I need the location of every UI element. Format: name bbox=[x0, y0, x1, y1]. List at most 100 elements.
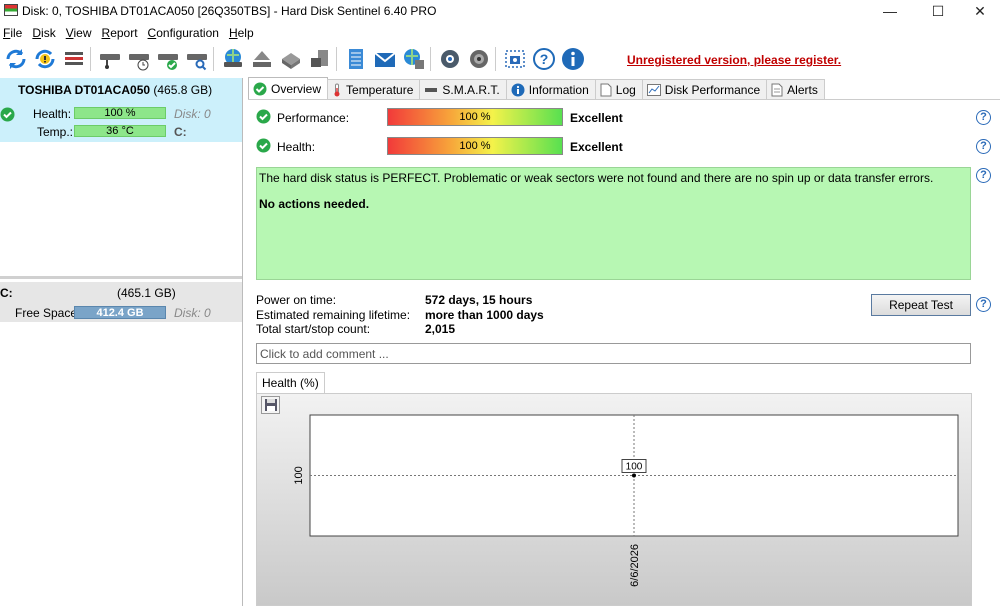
y-tick-label: 100 bbox=[293, 466, 305, 484]
x-tick-label: 6/6/2026 bbox=[629, 544, 641, 587]
thermometer-icon bbox=[332, 83, 342, 97]
tab-smart[interactable]: S.M.A.R.T. bbox=[419, 79, 507, 99]
panel-splitter[interactable] bbox=[0, 276, 242, 279]
repeat-test-help-icon[interactable]: ? bbox=[976, 297, 991, 312]
disk-schedule-icon[interactable] bbox=[126, 46, 152, 72]
health-bar: 100 % bbox=[387, 137, 563, 155]
power-on-label: Power on time: bbox=[256, 293, 337, 307]
main-tabs: Overview Temperature S.M.A.R.T. Informat… bbox=[248, 77, 825, 99]
mail-icon[interactable] bbox=[372, 46, 398, 72]
volume-size: (465.1 GB) bbox=[117, 286, 176, 300]
health-help-icon[interactable]: ? bbox=[976, 139, 991, 154]
app-icon bbox=[4, 4, 18, 16]
disk-drive-icon[interactable] bbox=[97, 46, 123, 72]
menu-configuration[interactable]: Configuration bbox=[143, 24, 224, 42]
info-icon bbox=[511, 83, 525, 97]
info-icon[interactable] bbox=[560, 46, 586, 72]
menu-report[interactable]: Report bbox=[97, 24, 143, 42]
performance-rating: Excellent bbox=[570, 111, 623, 125]
maximize-button[interactable]: ☐ bbox=[916, 0, 960, 22]
status-help-icon[interactable]: ? bbox=[976, 168, 991, 183]
volume-card[interactable]: C: (465.1 GB) Free Space 412.4 GB Disk: … bbox=[0, 282, 242, 322]
tab-content-border bbox=[248, 99, 1000, 100]
disk-check-icon[interactable] bbox=[155, 46, 181, 72]
tab-disk-performance[interactable]: Disk Performance bbox=[641, 79, 768, 99]
toolbar: ? bbox=[0, 44, 1000, 74]
tab-alerts[interactable]: Alerts bbox=[766, 79, 825, 99]
status-message: The hard disk status is PERFECT. Problem… bbox=[259, 171, 934, 185]
performance-label: Performance: bbox=[277, 111, 350, 125]
check-icon bbox=[0, 107, 15, 125]
help-icon[interactable]: ? bbox=[531, 46, 557, 72]
toolbar-separator bbox=[495, 47, 496, 71]
disk-size: (465.8 GB) bbox=[153, 83, 213, 97]
menu-help[interactable]: Help bbox=[224, 24, 259, 42]
toolbar-separator bbox=[430, 47, 431, 71]
performance-help-icon[interactable]: ? bbox=[976, 110, 991, 125]
disk-search-icon[interactable] bbox=[184, 46, 210, 72]
tab-information[interactable]: Information bbox=[505, 79, 596, 99]
health-check-icon bbox=[256, 138, 271, 156]
usb-drive-icon[interactable] bbox=[278, 46, 304, 72]
disk-name: TOSHIBA DT01ACA050 bbox=[18, 83, 151, 97]
window-title: Disk: 0, TOSHIBA DT01ACA050 [26Q350TBS] … bbox=[22, 4, 437, 18]
register-link[interactable]: Unregistered version, please register. bbox=[627, 53, 841, 67]
drive-letter: C: bbox=[174, 125, 187, 139]
performance-chart-icon bbox=[646, 83, 661, 96]
disk-card[interactable]: TOSHIBA DT01ACA050 (465.8 GB) Health: 10… bbox=[0, 78, 242, 142]
lifetime-value: more than 1000 days bbox=[425, 308, 544, 322]
network-globe-icon[interactable] bbox=[401, 46, 427, 72]
gear-icon[interactable] bbox=[437, 46, 463, 72]
power-on-value: 572 days, 15 hours bbox=[425, 293, 533, 307]
toolbar-separator bbox=[90, 47, 91, 71]
close-button[interactable]: ✕ bbox=[958, 0, 1000, 22]
disk-title: TOSHIBA DT01ACA050 (465.8 GB) bbox=[18, 83, 212, 97]
refresh-warning-icon[interactable] bbox=[32, 46, 58, 72]
eject-icon[interactable] bbox=[249, 46, 275, 72]
tab-temperature[interactable]: Temperature bbox=[327, 79, 421, 99]
performance-bar: 100 % bbox=[387, 108, 563, 126]
sound-icon[interactable] bbox=[466, 46, 492, 72]
svg-text:?: ? bbox=[540, 51, 549, 67]
startstop-value: 2,015 bbox=[425, 322, 456, 336]
temperature-label: Temp.: bbox=[37, 125, 74, 139]
disk-icon bbox=[424, 85, 438, 95]
alerts-icon bbox=[771, 83, 783, 97]
minimize-button[interactable]: — bbox=[868, 0, 912, 22]
tab-overview[interactable]: Overview bbox=[248, 77, 329, 99]
notepad-icon[interactable] bbox=[343, 46, 369, 72]
tab-log[interactable]: Log bbox=[594, 79, 643, 99]
data-label: 100 bbox=[626, 462, 643, 473]
screenshot-icon[interactable] bbox=[502, 46, 528, 72]
lifetime-label: Estimated remaining lifetime: bbox=[256, 308, 411, 322]
status-action: No actions needed. bbox=[259, 197, 370, 211]
comment-input[interactable] bbox=[256, 343, 971, 364]
menu-disk[interactable]: Disk bbox=[27, 24, 60, 42]
repeat-test-button[interactable]: Repeat Test bbox=[871, 294, 971, 316]
disk-list-icon[interactable] bbox=[61, 46, 87, 72]
disk-index: Disk: 0 bbox=[174, 107, 211, 121]
performance-check-icon bbox=[256, 109, 271, 127]
title-bar: Disk: 0, TOSHIBA DT01ACA050 [26Q350TBS] … bbox=[0, 0, 1000, 22]
server-disk-icon[interactable] bbox=[307, 46, 333, 72]
toolbar-separator bbox=[213, 47, 214, 71]
volume-disk-index: Disk: 0 bbox=[174, 306, 211, 320]
temperature-bar: 36 °C bbox=[74, 125, 166, 137]
status-box: The hard disk status is PERFECT. Problem… bbox=[256, 167, 971, 280]
globe-disk-icon[interactable] bbox=[220, 46, 246, 72]
free-space-label: Free Space bbox=[15, 306, 78, 320]
menu-file[interactable]: File bbox=[0, 24, 27, 42]
health-rating: Excellent bbox=[570, 140, 623, 154]
refresh-icon[interactable] bbox=[3, 46, 29, 72]
health-bar: 100 % bbox=[74, 107, 166, 119]
startstop-label: Total start/stop count: bbox=[256, 322, 371, 336]
volume-letter: C: bbox=[0, 286, 13, 300]
menu-view[interactable]: View bbox=[61, 24, 97, 42]
check-icon bbox=[253, 82, 267, 96]
health-label: Health: bbox=[33, 107, 72, 121]
tab-health-chart[interactable]: Health (%) bbox=[256, 372, 325, 393]
free-space-bar: 412.4 GB bbox=[74, 306, 166, 319]
data-point bbox=[632, 473, 636, 478]
health-chart: 100 6/6/2026 100 bbox=[293, 414, 959, 587]
disk-list-panel: TOSHIBA DT01ACA050 (465.8 GB) Health: 10… bbox=[0, 78, 243, 606]
